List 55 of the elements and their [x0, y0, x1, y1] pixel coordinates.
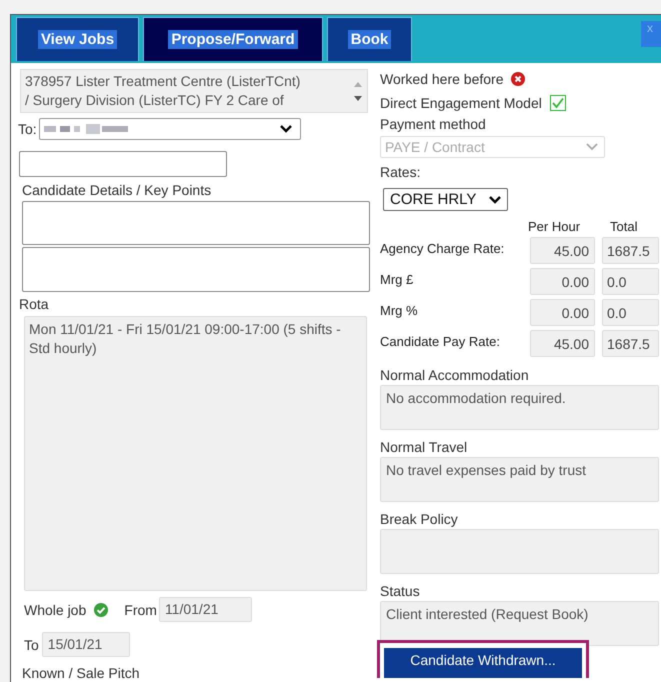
- date-field[interactable]: 11/01/21: [158, 597, 252, 622]
- field-label: Rota: [19, 296, 49, 312]
- text-area[interactable]: [22, 247, 370, 292]
- chevron-down-icon: [280, 125, 292, 133]
- rate-field[interactable]: 0.0: [602, 299, 659, 326]
- rate-field[interactable]: 45.00: [530, 237, 595, 264]
- field-label: Normal Accommodation: [380, 367, 529, 383]
- rate-label: Mrg £: [380, 271, 414, 287]
- field-label: To: [24, 636, 39, 652]
- withdraw-button[interactable]: Candidate Withdrawn...: [384, 648, 582, 678]
- chevron-down-icon: [489, 196, 501, 204]
- job-text-line: 378957 Lister Treatment Centre (ListerTCnt): [25, 72, 302, 91]
- rate-field[interactable]: 45.00: [530, 330, 595, 357]
- text-area[interactable]: No accommodation required.: [380, 385, 659, 430]
- column-header: Per Hour: [528, 219, 582, 234]
- chevron-down-icon: [586, 143, 598, 151]
- rate-field[interactable]: 0.0: [602, 268, 659, 295]
- text-area[interactable]: Client interested (Request Book): [380, 601, 659, 646]
- scroll-up-icon: [353, 80, 363, 88]
- field-label: Whole job: [24, 602, 86, 618]
- date-field[interactable]: 15/01/21: [42, 632, 130, 657]
- field-label: Break Policy: [380, 511, 458, 527]
- rate-field[interactable]: 1687.5: [602, 330, 659, 357]
- field-label: Rates:: [380, 164, 420, 180]
- field-label: Candidate Details / Key Points: [22, 182, 212, 198]
- rota-field[interactable]: Mon 11/01/21 - Fri 15/01/21 09:00-17:00 (5 shifts - Std hourly): [24, 316, 367, 591]
- rate-label: Mrg %: [380, 302, 419, 318]
- column-header: Total: [609, 219, 638, 234]
- rate-field[interactable]: 0.00: [530, 299, 595, 326]
- input-field[interactable]: [19, 151, 227, 177]
- tab[interactable]: View Jobs: [16, 17, 139, 61]
- rate-label: Candidate Pay Rate:: [380, 333, 501, 349]
- field-label: Payment method: [380, 116, 486, 132]
- rota-text: Mon 11/01/21 - Fri 15/01/21 09:00-17:00 (5 shifts - Std hourly): [29, 321, 341, 356]
- field-label: From: [124, 602, 157, 618]
- checkbox[interactable]: [550, 95, 566, 111]
- job-text-line: / Surgery Division (ListerTC) FY 2 Care of: [25, 91, 285, 110]
- field-label: Direct Engagement Model: [380, 95, 542, 111]
- rate-field[interactable]: 1687.5: [602, 237, 659, 264]
- checkmark-icon: [550, 96, 565, 110]
- rates-dropdown[interactable]: CORE HRLY: [383, 188, 508, 211]
- field-label: Status: [380, 583, 420, 599]
- rate-label: Agency Charge Rate:: [380, 240, 506, 256]
- to-label: To:: [18, 121, 37, 137]
- field-label: Known / Sale Pitch: [22, 665, 140, 681]
- tab[interactable]: Book: [327, 17, 412, 61]
- scroll-down-icon: [353, 94, 363, 102]
- rate-field[interactable]: 0.00: [530, 268, 595, 295]
- text-area[interactable]: [22, 201, 370, 245]
- tab[interactable]: Propose/Forward: [143, 17, 323, 61]
- recipient-dropdown[interactable]: [38, 118, 301, 140]
- job-list-field[interactable]: 378957 Lister Treatment Centre (ListerTCnt) / Surgery Division (ListerTC) FY 2 Care of: [20, 69, 368, 113]
- field-label: Worked here before: [380, 71, 504, 87]
- field-label: Normal Travel: [380, 439, 468, 455]
- text-area[interactable]: No travel expenses paid by trust: [380, 457, 659, 502]
